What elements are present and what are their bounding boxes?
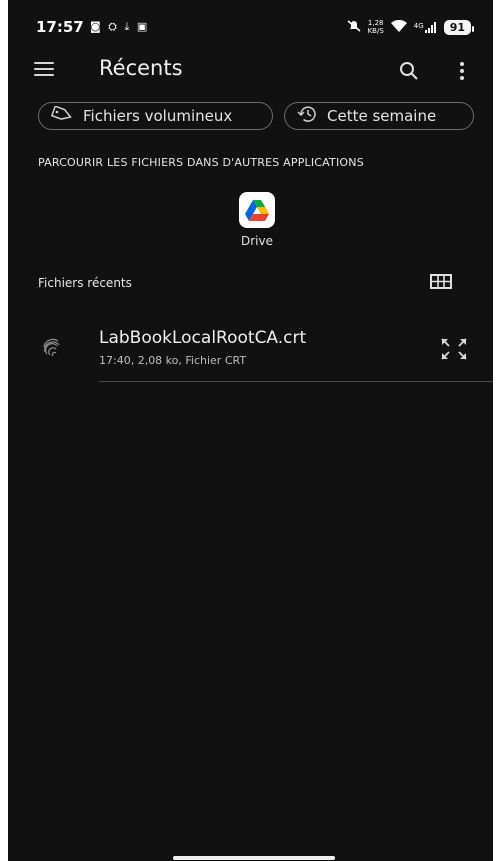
network-type: 4G (413, 21, 424, 30)
status-time: 17:57 (36, 18, 84, 36)
app-bar: Récents (8, 50, 493, 94)
recent-files-label: Fichiers récents (38, 276, 132, 290)
divider (99, 381, 493, 382)
google-drive-icon (239, 192, 275, 228)
status-bar: 17:57 ◙ ⛭ ⤓ ▣ 1,28 KB/S 4G 91 (8, 14, 493, 44)
search-icon[interactable] (398, 60, 420, 82)
mute-icon (347, 19, 361, 36)
chip-label: Cette semaine (327, 107, 437, 125)
grid-view-icon[interactable] (430, 274, 452, 290)
phone-screen: 17:57 ◙ ⛭ ⤓ ▣ 1,28 KB/S 4G 91 Récents Fi… (8, 0, 493, 861)
list-item[interactable]: LabBookLocalRootCA.crt 17:40, 2,08 ko, F… (8, 320, 493, 382)
cellular-icon: 4G (413, 21, 437, 33)
wifi-icon (390, 19, 407, 35)
network-speed: 1,28 KB/S (368, 19, 384, 35)
history-icon (297, 105, 327, 127)
file-meta: 17:40, 2,08 ko, Fichier CRT (99, 354, 247, 367)
app-shortcut-drive[interactable]: Drive (231, 192, 283, 248)
more-vert-icon[interactable] (459, 62, 465, 82)
notification-icons: ◙ ⛭ ⤓ ▣ (90, 20, 150, 33)
expand-icon[interactable] (440, 337, 468, 361)
chip-this-week[interactable]: Cette semaine (284, 102, 474, 130)
tag-icon (50, 105, 83, 126)
app-label: Drive (241, 234, 273, 248)
network-speed-unit: KB/S (367, 27, 384, 35)
menu-icon[interactable] (34, 62, 54, 78)
chip-large-files[interactable]: Fichiers volumineux (38, 102, 273, 130)
status-right-icons: 1,28 KB/S 4G 91 (347, 16, 475, 38)
file-name: LabBookLocalRootCA.crt (99, 328, 307, 348)
network-speed-value: 1,28 (367, 19, 384, 27)
browse-section-label: PARCOURIR LES FICHIERS DANS D'AUTRES APP… (38, 156, 364, 169)
fingerprint-icon (41, 336, 63, 358)
home-indicator[interactable] (173, 856, 335, 860)
battery-indicator: 91 (443, 19, 475, 35)
chip-label: Fichiers volumineux (83, 107, 233, 125)
page-title: Récents (99, 56, 183, 80)
